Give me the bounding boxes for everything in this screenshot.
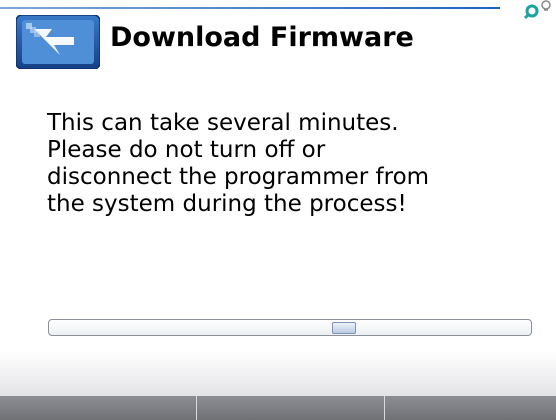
softkey-2[interactable] [197,396,385,420]
softkey-1[interactable] [0,396,197,420]
footer-fade [0,352,556,396]
title-bar-rule [0,7,500,9]
softkey-bar [0,396,556,420]
corner-status-area [500,0,556,28]
dialog-message: This can take several minutes. Please do… [47,110,430,217]
dialog-title: Download Firmware [110,22,414,53]
softkey-3[interactable] [385,396,556,420]
progress-indicator [332,322,357,334]
progress-bar [48,319,532,336]
download-arrow-icon [15,14,101,70]
bulb-icon [541,0,551,11]
